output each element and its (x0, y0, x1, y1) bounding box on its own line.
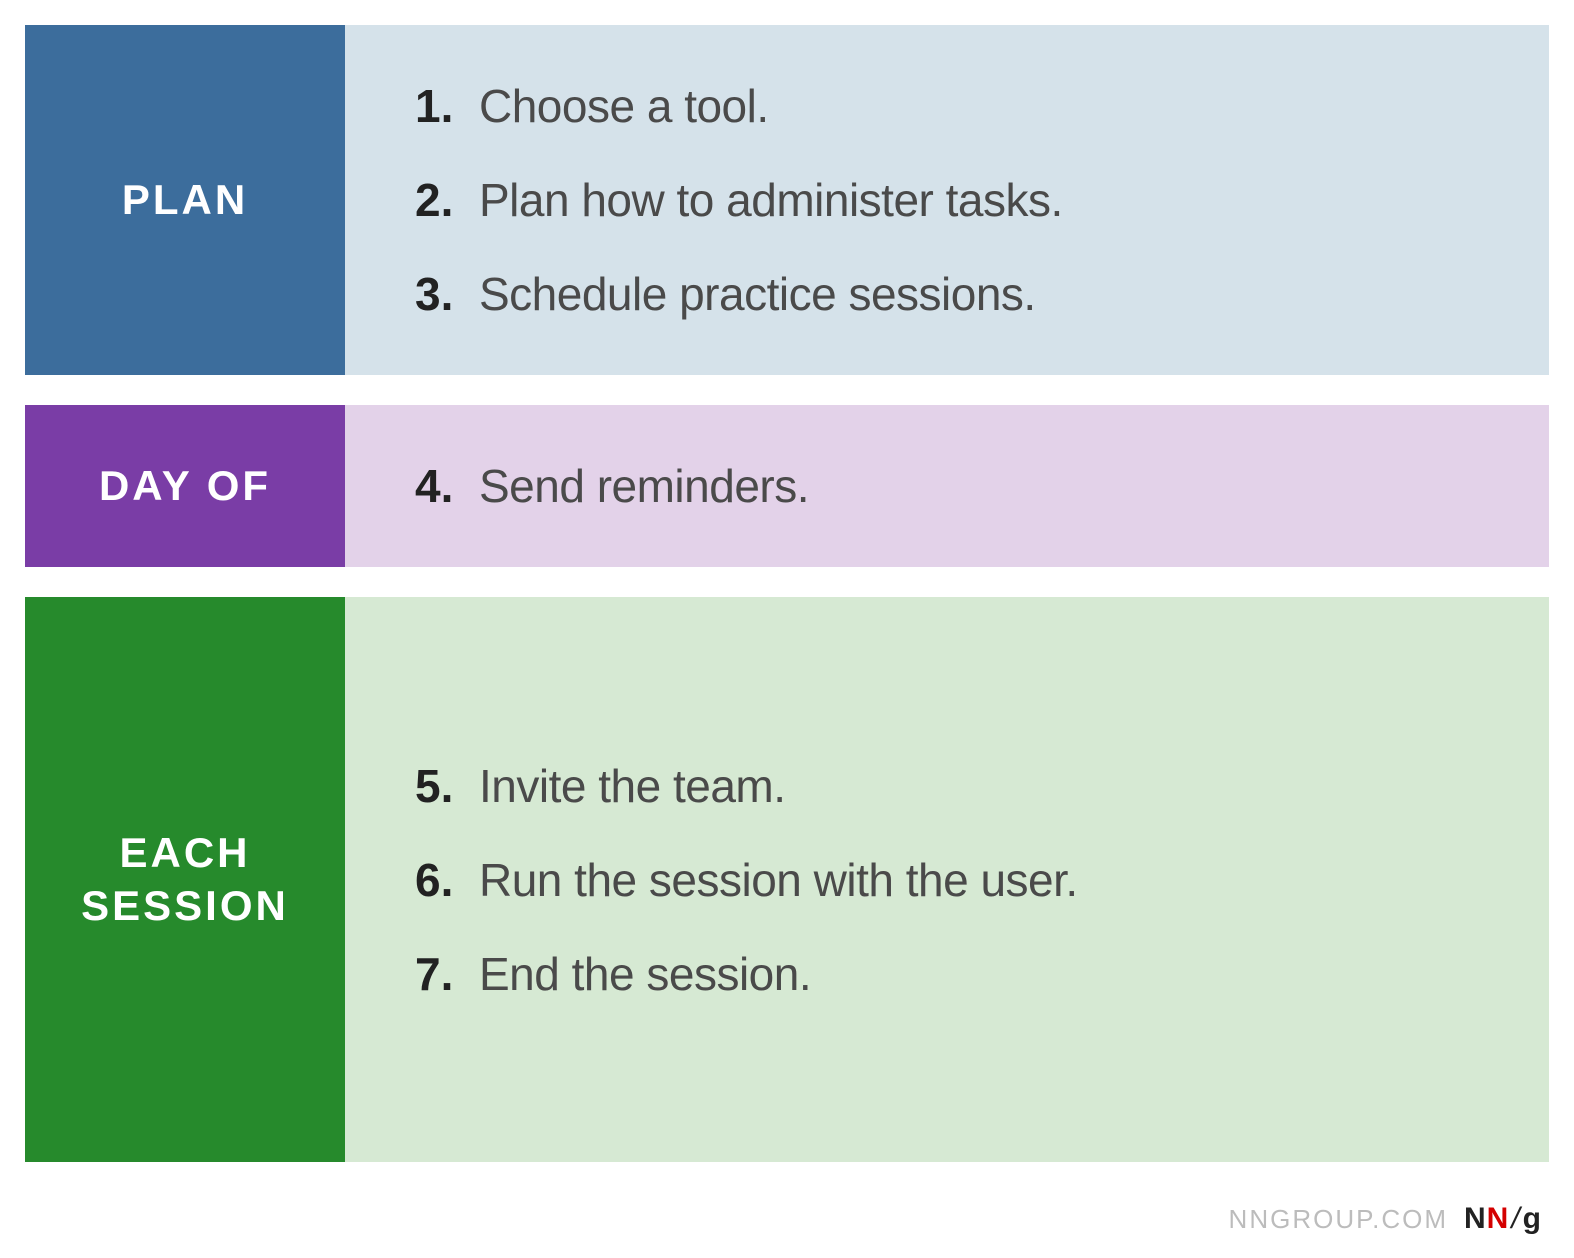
section-dayof: DAY OF 4. Send reminders. (25, 405, 1549, 567)
item-text: Schedule practice sessions. (479, 267, 1036, 321)
footer: NNGROUP.COM NN/g (1229, 1202, 1542, 1236)
section-each: EACH SESSION 5. Invite the team. 6. Run … (25, 597, 1549, 1162)
list-item: 2. Plan how to administer tasks. (415, 173, 1479, 227)
list-item: 6. Run the session with the user. (415, 853, 1479, 907)
section-label-plan: PLAN (25, 25, 345, 375)
item-text: Run the session with the user. (479, 853, 1078, 907)
item-number: 3. (415, 267, 465, 321)
item-text: Invite the team. (479, 759, 786, 813)
item-number: 2. (415, 173, 465, 227)
item-text: Plan how to administer tasks. (479, 173, 1063, 227)
section-label-each: EACH SESSION (25, 597, 345, 1162)
item-number: 1. (415, 79, 465, 133)
section-label-text: EACH SESSION (45, 827, 325, 932)
logo-slash: / (1511, 1202, 1520, 1235)
section-label-dayof: DAY OF (25, 405, 345, 567)
item-text: Choose a tool. (479, 79, 769, 133)
logo-n1: N (1464, 1202, 1487, 1235)
nng-logo: NN/g (1464, 1202, 1542, 1236)
section-content-dayof: 4. Send reminders. (345, 405, 1549, 567)
logo-n2: N (1487, 1202, 1510, 1235)
section-content-plan: 1. Choose a tool. 2. Plan how to adminis… (345, 25, 1549, 375)
item-text: End the session. (479, 947, 811, 1001)
list-item: 7. End the session. (415, 947, 1479, 1001)
footer-url: NNGROUP.COM (1229, 1204, 1448, 1235)
item-number: 6. (415, 853, 465, 907)
section-content-each: 5. Invite the team. 6. Run the session w… (345, 597, 1549, 1162)
list-item: 4. Send reminders. (415, 459, 1479, 513)
item-number: 4. (415, 459, 465, 513)
logo-g: g (1523, 1202, 1542, 1235)
list-item: 3. Schedule practice sessions. (415, 267, 1479, 321)
list-item: 5. Invite the team. (415, 759, 1479, 813)
section-plan: PLAN 1. Choose a tool. 2. Plan how to ad… (25, 25, 1549, 375)
section-label-text: PLAN (122, 174, 248, 227)
section-label-text: DAY OF (99, 460, 271, 513)
item-number: 7. (415, 947, 465, 1001)
list-item: 1. Choose a tool. (415, 79, 1479, 133)
item-text: Send reminders. (479, 459, 809, 513)
item-number: 5. (415, 759, 465, 813)
